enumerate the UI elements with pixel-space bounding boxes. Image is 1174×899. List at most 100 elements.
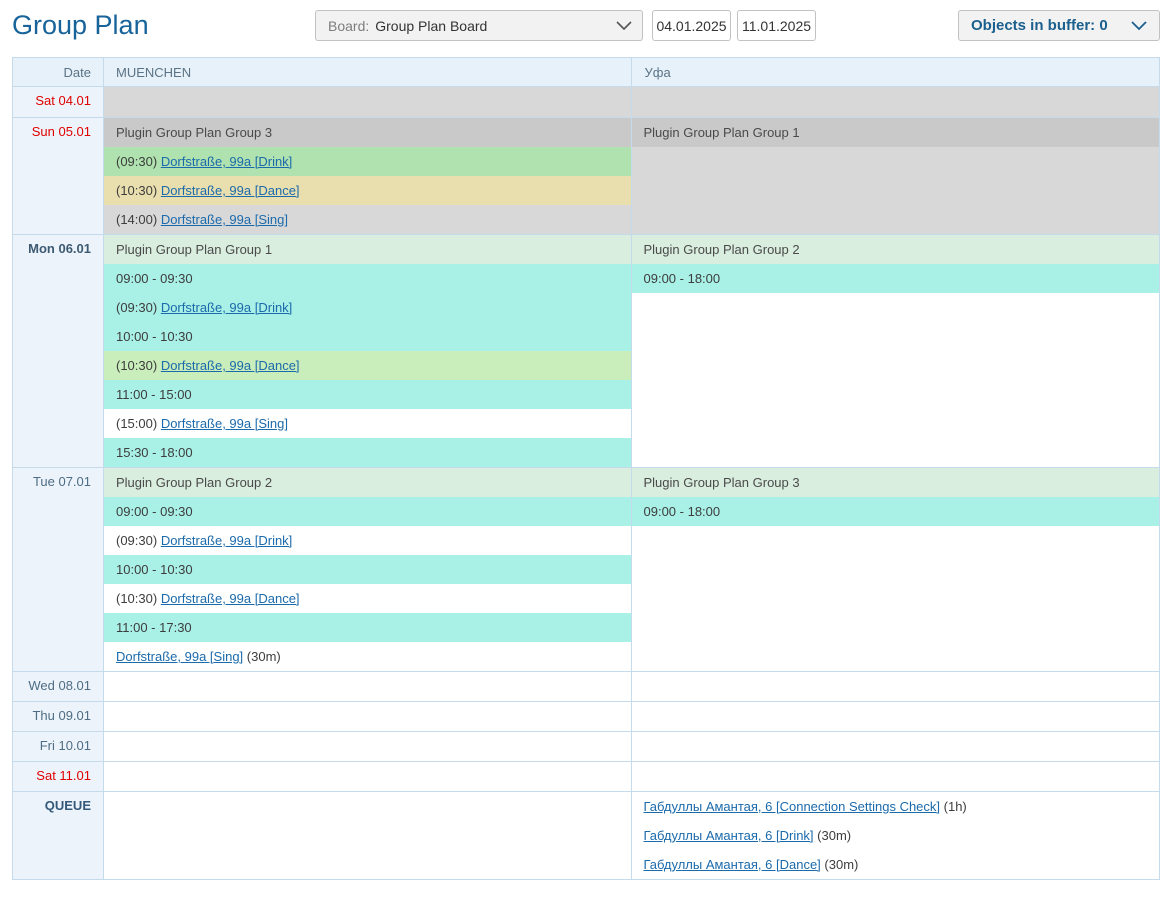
plan-table: Date MUENCHEN Уфа Sat 04.01Sun 05.01Plug… — [12, 57, 1160, 880]
event-row: (09:30) Dorfstraße, 99a [Drink] — [104, 293, 631, 322]
date-cell: Fri 10.01 — [13, 732, 104, 761]
event-link[interactable]: Габдуллы Амантая, 6 [Dance] — [644, 857, 821, 872]
schedule-cell-muenchen: Plugin Group Plan Group 109:00 - 09:30(0… — [104, 235, 632, 467]
group-header-row: Plugin Group Plan Group 2 — [104, 468, 631, 497]
schedule-cell-ufa — [632, 87, 1160, 117]
schedule-cell-ufa — [632, 672, 1160, 701]
event-suffix: (30m) — [814, 828, 852, 843]
event-row: Габдуллы Амантая, 6 [Drink] (30m) — [632, 821, 1160, 850]
date-cell: Sun 05.01 — [13, 118, 104, 234]
schedule-cell-ufa: Габдуллы Амантая, 6 [Connection Settings… — [632, 792, 1160, 879]
schedule-cell-muenchen — [104, 762, 632, 791]
schedule-cell-muenchen — [104, 732, 632, 761]
group-header-row: Plugin Group Plan Group 3 — [104, 118, 631, 147]
event-link[interactable]: Dorfstraße, 99a [Drink] — [161, 300, 293, 315]
event-suffix: (1h) — [940, 799, 967, 814]
group-plan-page: Group Plan Board: Group Plan Board Objec… — [0, 0, 1174, 899]
schedule-cell-ufa: Plugin Group Plan Group 1 — [632, 118, 1160, 234]
schedule-cell-ufa: Plugin Group Plan Group 309:00 - 18:00 — [632, 468, 1160, 671]
col-header-date: Date — [13, 58, 104, 86]
day-row: Sun 05.01Plugin Group Plan Group 3(09:30… — [13, 117, 1159, 234]
top-toolbar: Group Plan Board: Group Plan Board Objec… — [0, 0, 1174, 57]
day-row: Sat 11.01 — [13, 761, 1159, 791]
date-cell: Wed 08.01 — [13, 672, 104, 701]
date-from-input[interactable] — [652, 10, 731, 41]
schedule-cell-muenchen — [104, 672, 632, 701]
time-range-row: 11:00 - 15:00 — [104, 380, 631, 409]
chevron-down-icon — [1131, 21, 1147, 30]
date-cell: Mon 06.01 — [13, 235, 104, 467]
date-to-input[interactable] — [737, 10, 816, 41]
schedule-cell-ufa: Plugin Group Plan Group 209:00 - 18:00 — [632, 235, 1160, 467]
event-row: (10:30) Dorfstraße, 99a [Dance] — [104, 176, 631, 205]
group-header-row: Plugin Group Plan Group 1 — [632, 118, 1160, 147]
event-link[interactable]: Dorfstraße, 99a [Sing] — [161, 416, 288, 431]
group-header-row: Plugin Group Plan Group 3 — [632, 468, 1160, 497]
date-cell: Sat 04.01 — [13, 87, 104, 117]
board-select-label: Board: — [328, 18, 369, 34]
event-row: (09:30) Dorfstraße, 99a [Drink] — [104, 147, 631, 176]
day-row: Mon 06.01Plugin Group Plan Group 109:00 … — [13, 234, 1159, 467]
date-cell: Sat 11.01 — [13, 762, 104, 791]
group-header-row: Plugin Group Plan Group 2 — [632, 235, 1160, 264]
schedule-cell-ufa — [632, 762, 1160, 791]
schedule-cell-ufa — [632, 732, 1160, 761]
group-header-row: Plugin Group Plan Group 1 — [104, 235, 631, 264]
day-row: Tue 07.01Plugin Group Plan Group 209:00 … — [13, 467, 1159, 671]
schedule-cell-muenchen: Plugin Group Plan Group 209:00 - 09:30(0… — [104, 468, 632, 671]
event-link[interactable]: Dorfstraße, 99a [Dance] — [161, 358, 300, 373]
event-link[interactable]: Dorfstraße, 99a [Sing] — [116, 649, 243, 664]
board-select-value: Group Plan Board — [375, 18, 616, 34]
event-link[interactable]: Dorfstraße, 99a [Drink] — [161, 154, 293, 169]
event-prefix: (10:30) — [116, 183, 161, 198]
schedule-cell-muenchen — [104, 87, 632, 117]
time-range-row: 11:00 - 17:30 — [104, 613, 631, 642]
event-prefix: (09:30) — [116, 533, 161, 548]
event-suffix: (30m) — [243, 649, 281, 664]
buffer-count: 0 — [1099, 17, 1107, 34]
event-row: (15:00) Dorfstraße, 99a [Sing] — [104, 409, 631, 438]
schedule-cell-muenchen — [104, 702, 632, 731]
event-prefix: (09:30) — [116, 154, 161, 169]
buffer-dropdown[interactable]: Objects in buffer: 0 — [958, 10, 1160, 41]
event-link[interactable]: Dorfstraße, 99a [Dance] — [161, 591, 300, 606]
day-row: QUEUE Габдуллы Амантая, 6 [Connection Set… — [13, 791, 1159, 879]
board-select[interactable]: Board: Group Plan Board — [315, 10, 643, 41]
page-title: Group Plan — [12, 10, 149, 41]
time-range-row: 10:00 - 10:30 — [104, 322, 631, 351]
event-row: Dorfstraße, 99a [Sing] (30m) — [104, 642, 631, 671]
event-row: Габдуллы Амантая, 6 [Connection Settings… — [632, 792, 1160, 821]
event-prefix: (10:30) — [116, 358, 161, 373]
time-range-row: 09:00 - 09:30 — [104, 264, 631, 293]
event-row: (14:00) Dorfstraße, 99a [Sing] — [104, 205, 631, 234]
schedule-cell-muenchen: Plugin Group Plan Group 3(09:30) Dorfstr… — [104, 118, 632, 234]
time-range-row: 09:00 - 18:00 — [632, 264, 1160, 293]
event-row: (09:30) Dorfstraße, 99a [Drink] — [104, 526, 631, 555]
day-row: Wed 08.01 — [13, 671, 1159, 701]
event-link[interactable]: Dorfstraße, 99a [Dance] — [161, 183, 300, 198]
event-row: (10:30) Dorfstraße, 99a [Dance] — [104, 351, 631, 380]
day-row: Thu 09.01 — [13, 701, 1159, 731]
col-header-ufa: Уфа — [632, 58, 1160, 86]
time-range-row: 15:30 - 18:00 — [104, 438, 631, 467]
date-cell: Thu 09.01 — [13, 702, 104, 731]
day-row: Fri 10.01 — [13, 731, 1159, 761]
event-row: (10:30) Dorfstraße, 99a [Dance] — [104, 584, 631, 613]
plan-table-body: Sat 04.01Sun 05.01Plugin Group Plan Grou… — [13, 86, 1159, 879]
col-header-muenchen: MUENCHEN — [104, 58, 632, 86]
event-prefix: (15:00) — [116, 416, 161, 431]
date-cell: QUEUE — [13, 792, 104, 879]
event-link[interactable]: Габдуллы Амантая, 6 [Drink] — [644, 828, 814, 843]
event-link[interactable]: Габдуллы Амантая, 6 [Connection Settings… — [644, 799, 941, 814]
event-prefix: (10:30) — [116, 591, 161, 606]
event-link[interactable]: Dorfstraße, 99a [Drink] — [161, 533, 293, 548]
chevron-down-icon — [616, 21, 632, 30]
time-range-row: 10:00 - 10:30 — [104, 555, 631, 584]
date-cell: Tue 07.01 — [13, 468, 104, 671]
event-row: Габдуллы Амантая, 6 [Dance] (30m) — [632, 850, 1160, 879]
event-suffix: (30m) — [821, 857, 859, 872]
event-prefix: (09:30) — [116, 300, 161, 315]
schedule-cell-muenchen — [104, 792, 632, 879]
event-link[interactable]: Dorfstraße, 99a [Sing] — [161, 212, 288, 227]
table-header-row: Date MUENCHEN Уфа — [13, 58, 1159, 86]
